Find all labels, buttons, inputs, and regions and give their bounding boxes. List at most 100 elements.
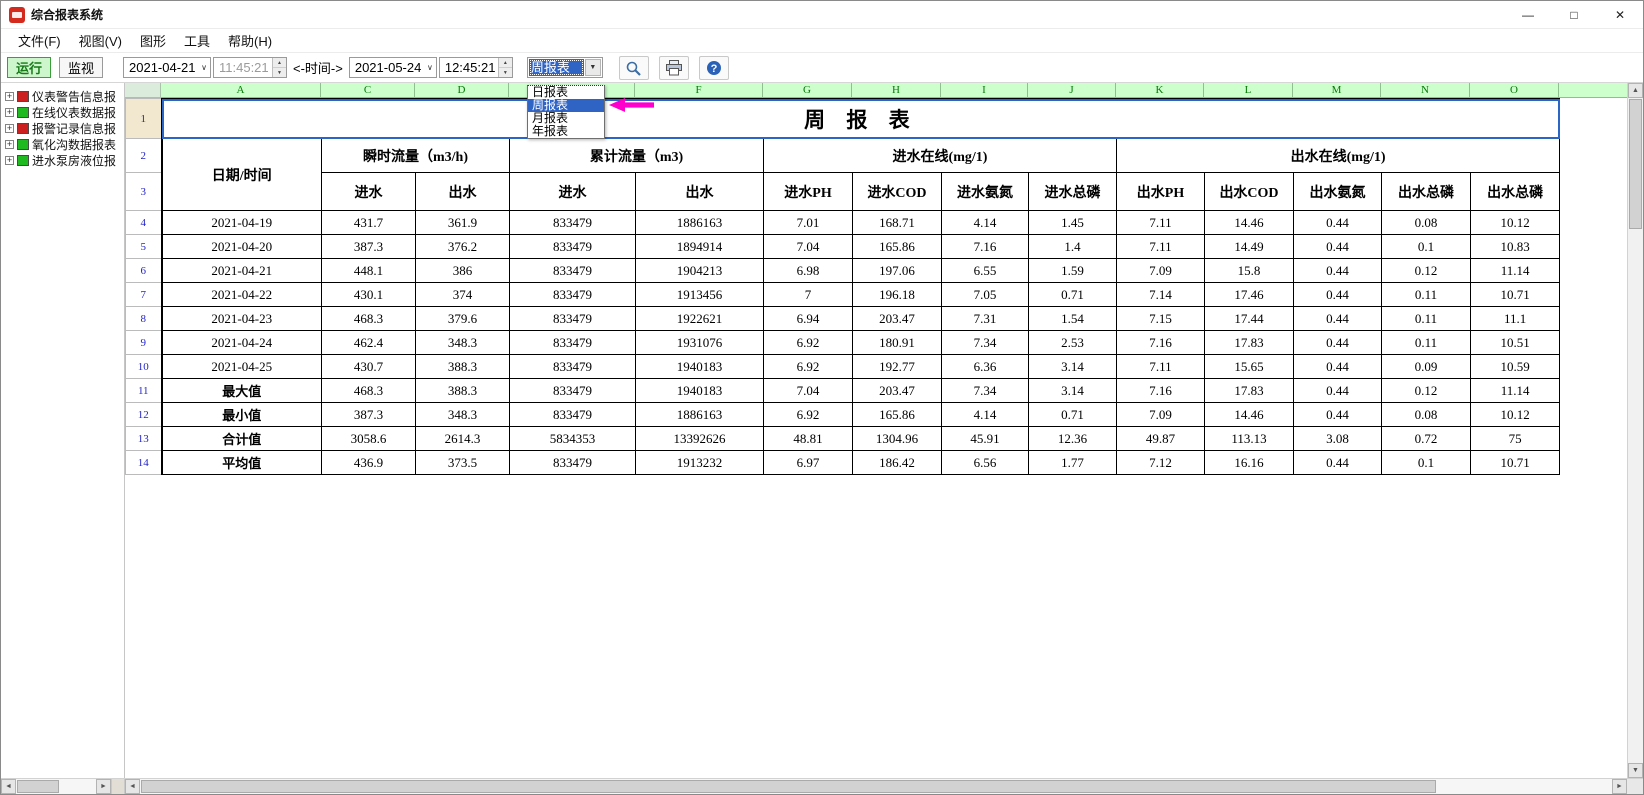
data-cell[interactable]: 6.98 xyxy=(764,259,853,283)
data-cell[interactable]: 468.3 xyxy=(322,307,416,331)
menu-item-file[interactable]: 文件(F) xyxy=(9,29,70,52)
panel-splitter[interactable] xyxy=(111,779,125,794)
data-cell[interactable]: 0.09 xyxy=(1382,355,1471,379)
start-date-picker[interactable]: 2021-04-21 ∨ xyxy=(123,57,211,78)
data-cell[interactable]: 1904213 xyxy=(636,259,764,283)
sidebar-item-alarm-record[interactable]: + 报警记录信息报 xyxy=(1,120,124,136)
data-cell[interactable]: 436.9 xyxy=(322,451,416,475)
data-cell[interactable]: 186.42 xyxy=(853,451,942,475)
data-cell[interactable]: 4.14 xyxy=(942,211,1029,235)
minimize-button[interactable]: — xyxy=(1505,1,1551,28)
data-cell[interactable]: 7.15 xyxy=(1117,307,1205,331)
row-header[interactable]: 14 xyxy=(126,451,162,475)
data-cell[interactable]: 430.1 xyxy=(322,283,416,307)
data-cell[interactable]: 7.05 xyxy=(942,283,1029,307)
tree-horizontal-scrollbar[interactable]: ◄ ► xyxy=(1,779,111,794)
row-header[interactable]: 1 xyxy=(126,99,162,139)
expand-icon[interactable]: + xyxy=(5,92,14,101)
data-cell[interactable]: 4.14 xyxy=(942,403,1029,427)
data-cell[interactable]: 203.47 xyxy=(853,379,942,403)
row-header[interactable]: 9 xyxy=(126,331,162,355)
data-cell[interactable]: 833479 xyxy=(510,403,636,427)
data-cell[interactable]: 0.44 xyxy=(1294,307,1382,331)
data-cell[interactable]: 10.83 xyxy=(1471,235,1560,259)
data-cell[interactable]: 3.14 xyxy=(1029,379,1117,403)
data-cell[interactable]: 388.3 xyxy=(416,355,510,379)
data-cell[interactable]: 6.92 xyxy=(764,403,853,427)
expand-icon[interactable]: + xyxy=(5,124,14,133)
data-cell[interactable]: 7.16 xyxy=(942,235,1029,259)
scrollbar-track[interactable] xyxy=(140,779,1612,794)
column-header[interactable]: F xyxy=(635,83,763,98)
data-cell[interactable]: 7.34 xyxy=(942,379,1029,403)
data-cell[interactable]: 3.08 xyxy=(1294,427,1382,451)
row-label-cell[interactable]: 2021-04-24 xyxy=(162,331,322,355)
data-cell[interactable]: 7.04 xyxy=(764,379,853,403)
data-cell[interactable]: 468.3 xyxy=(322,379,416,403)
data-cell[interactable]: 6.92 xyxy=(764,331,853,355)
data-cell[interactable]: 5834353 xyxy=(510,427,636,451)
row-label-cell[interactable]: 合计值 xyxy=(162,427,322,451)
sheet-corner[interactable] xyxy=(125,83,161,98)
row-header[interactable]: 5 xyxy=(126,235,162,259)
row-header[interactable]: 10 xyxy=(126,355,162,379)
data-cell[interactable]: 833479 xyxy=(510,283,636,307)
maximize-button[interactable]: □ xyxy=(1551,1,1597,28)
data-cell[interactable]: 0.11 xyxy=(1382,331,1471,355)
data-cell[interactable]: 0.1 xyxy=(1382,451,1471,475)
sub-header-cell[interactable]: 进水氨氮 xyxy=(942,173,1029,211)
data-cell[interactable]: 6.56 xyxy=(942,451,1029,475)
data-cell[interactable]: 0.72 xyxy=(1382,427,1471,451)
row-label-cell[interactable]: 2021-04-21 xyxy=(162,259,322,283)
data-cell[interactable]: 376.2 xyxy=(416,235,510,259)
end-time-spinner[interactable]: ▲ ▼ xyxy=(498,58,512,77)
data-cell[interactable]: 387.3 xyxy=(322,403,416,427)
close-button[interactable]: ✕ xyxy=(1597,1,1643,28)
data-cell[interactable]: 6.92 xyxy=(764,355,853,379)
report-title-cell[interactable]: 周 报 表 xyxy=(162,99,1560,139)
data-cell[interactable]: 0.44 xyxy=(1294,259,1382,283)
data-cell[interactable]: 15.8 xyxy=(1205,259,1294,283)
sidebar-item-online-instrument-data[interactable]: + 在线仪表数据报 xyxy=(1,104,124,120)
data-cell[interactable]: 1931076 xyxy=(636,331,764,355)
data-cell[interactable]: 11.1 xyxy=(1471,307,1560,331)
data-cell[interactable]: 0.11 xyxy=(1382,307,1471,331)
data-cell[interactable]: 0.44 xyxy=(1294,211,1382,235)
data-cell[interactable]: 180.91 xyxy=(853,331,942,355)
data-cell[interactable]: 1886163 xyxy=(636,403,764,427)
data-cell[interactable]: 7.11 xyxy=(1117,211,1205,235)
scroll-down-button[interactable]: ▼ xyxy=(1628,763,1643,778)
data-cell[interactable]: 1913232 xyxy=(636,451,764,475)
data-cell[interactable]: 348.3 xyxy=(416,331,510,355)
sub-header-cell[interactable]: 出水总磷 xyxy=(1382,173,1471,211)
group-header-cell[interactable]: 累计流量（m3) xyxy=(510,139,764,173)
report-type-select[interactable]: 周报表 ▼ xyxy=(527,57,603,78)
scrollbar-thumb[interactable] xyxy=(1629,99,1642,229)
data-cell[interactable]: 14.46 xyxy=(1205,403,1294,427)
row-label-cell[interactable]: 最小值 xyxy=(162,403,322,427)
data-cell[interactable]: 196.18 xyxy=(853,283,942,307)
data-cell[interactable]: 17.83 xyxy=(1205,379,1294,403)
data-cell[interactable]: 10.59 xyxy=(1471,355,1560,379)
data-cell[interactable]: 1.77 xyxy=(1029,451,1117,475)
sidebar-item-inlet-pump-level[interactable]: + 进水泵房液位报 xyxy=(1,152,124,168)
data-cell[interactable]: 11.14 xyxy=(1471,379,1560,403)
data-cell[interactable]: 3.14 xyxy=(1029,355,1117,379)
data-cell[interactable]: 833479 xyxy=(510,379,636,403)
sub-header-cell[interactable]: 出水 xyxy=(636,173,764,211)
start-time-spinner[interactable]: ▲ ▼ xyxy=(272,58,286,77)
end-time-input[interactable]: 12:45:21 ▲ ▼ xyxy=(439,57,513,78)
data-cell[interactable]: 11.14 xyxy=(1471,259,1560,283)
data-cell[interactable]: 361.9 xyxy=(416,211,510,235)
data-cell[interactable]: 1.59 xyxy=(1029,259,1117,283)
data-cell[interactable]: 833479 xyxy=(510,451,636,475)
sub-header-cell[interactable]: 出水COD xyxy=(1205,173,1294,211)
row-header[interactable]: 4 xyxy=(126,211,162,235)
data-cell[interactable]: 1922621 xyxy=(636,307,764,331)
data-cell[interactable]: 0.44 xyxy=(1294,403,1382,427)
data-cell[interactable]: 17.46 xyxy=(1205,283,1294,307)
data-cell[interactable]: 1886163 xyxy=(636,211,764,235)
expand-icon[interactable]: + xyxy=(5,140,14,149)
data-cell[interactable]: 0.44 xyxy=(1294,451,1382,475)
row-header[interactable]: 2 xyxy=(126,139,162,173)
